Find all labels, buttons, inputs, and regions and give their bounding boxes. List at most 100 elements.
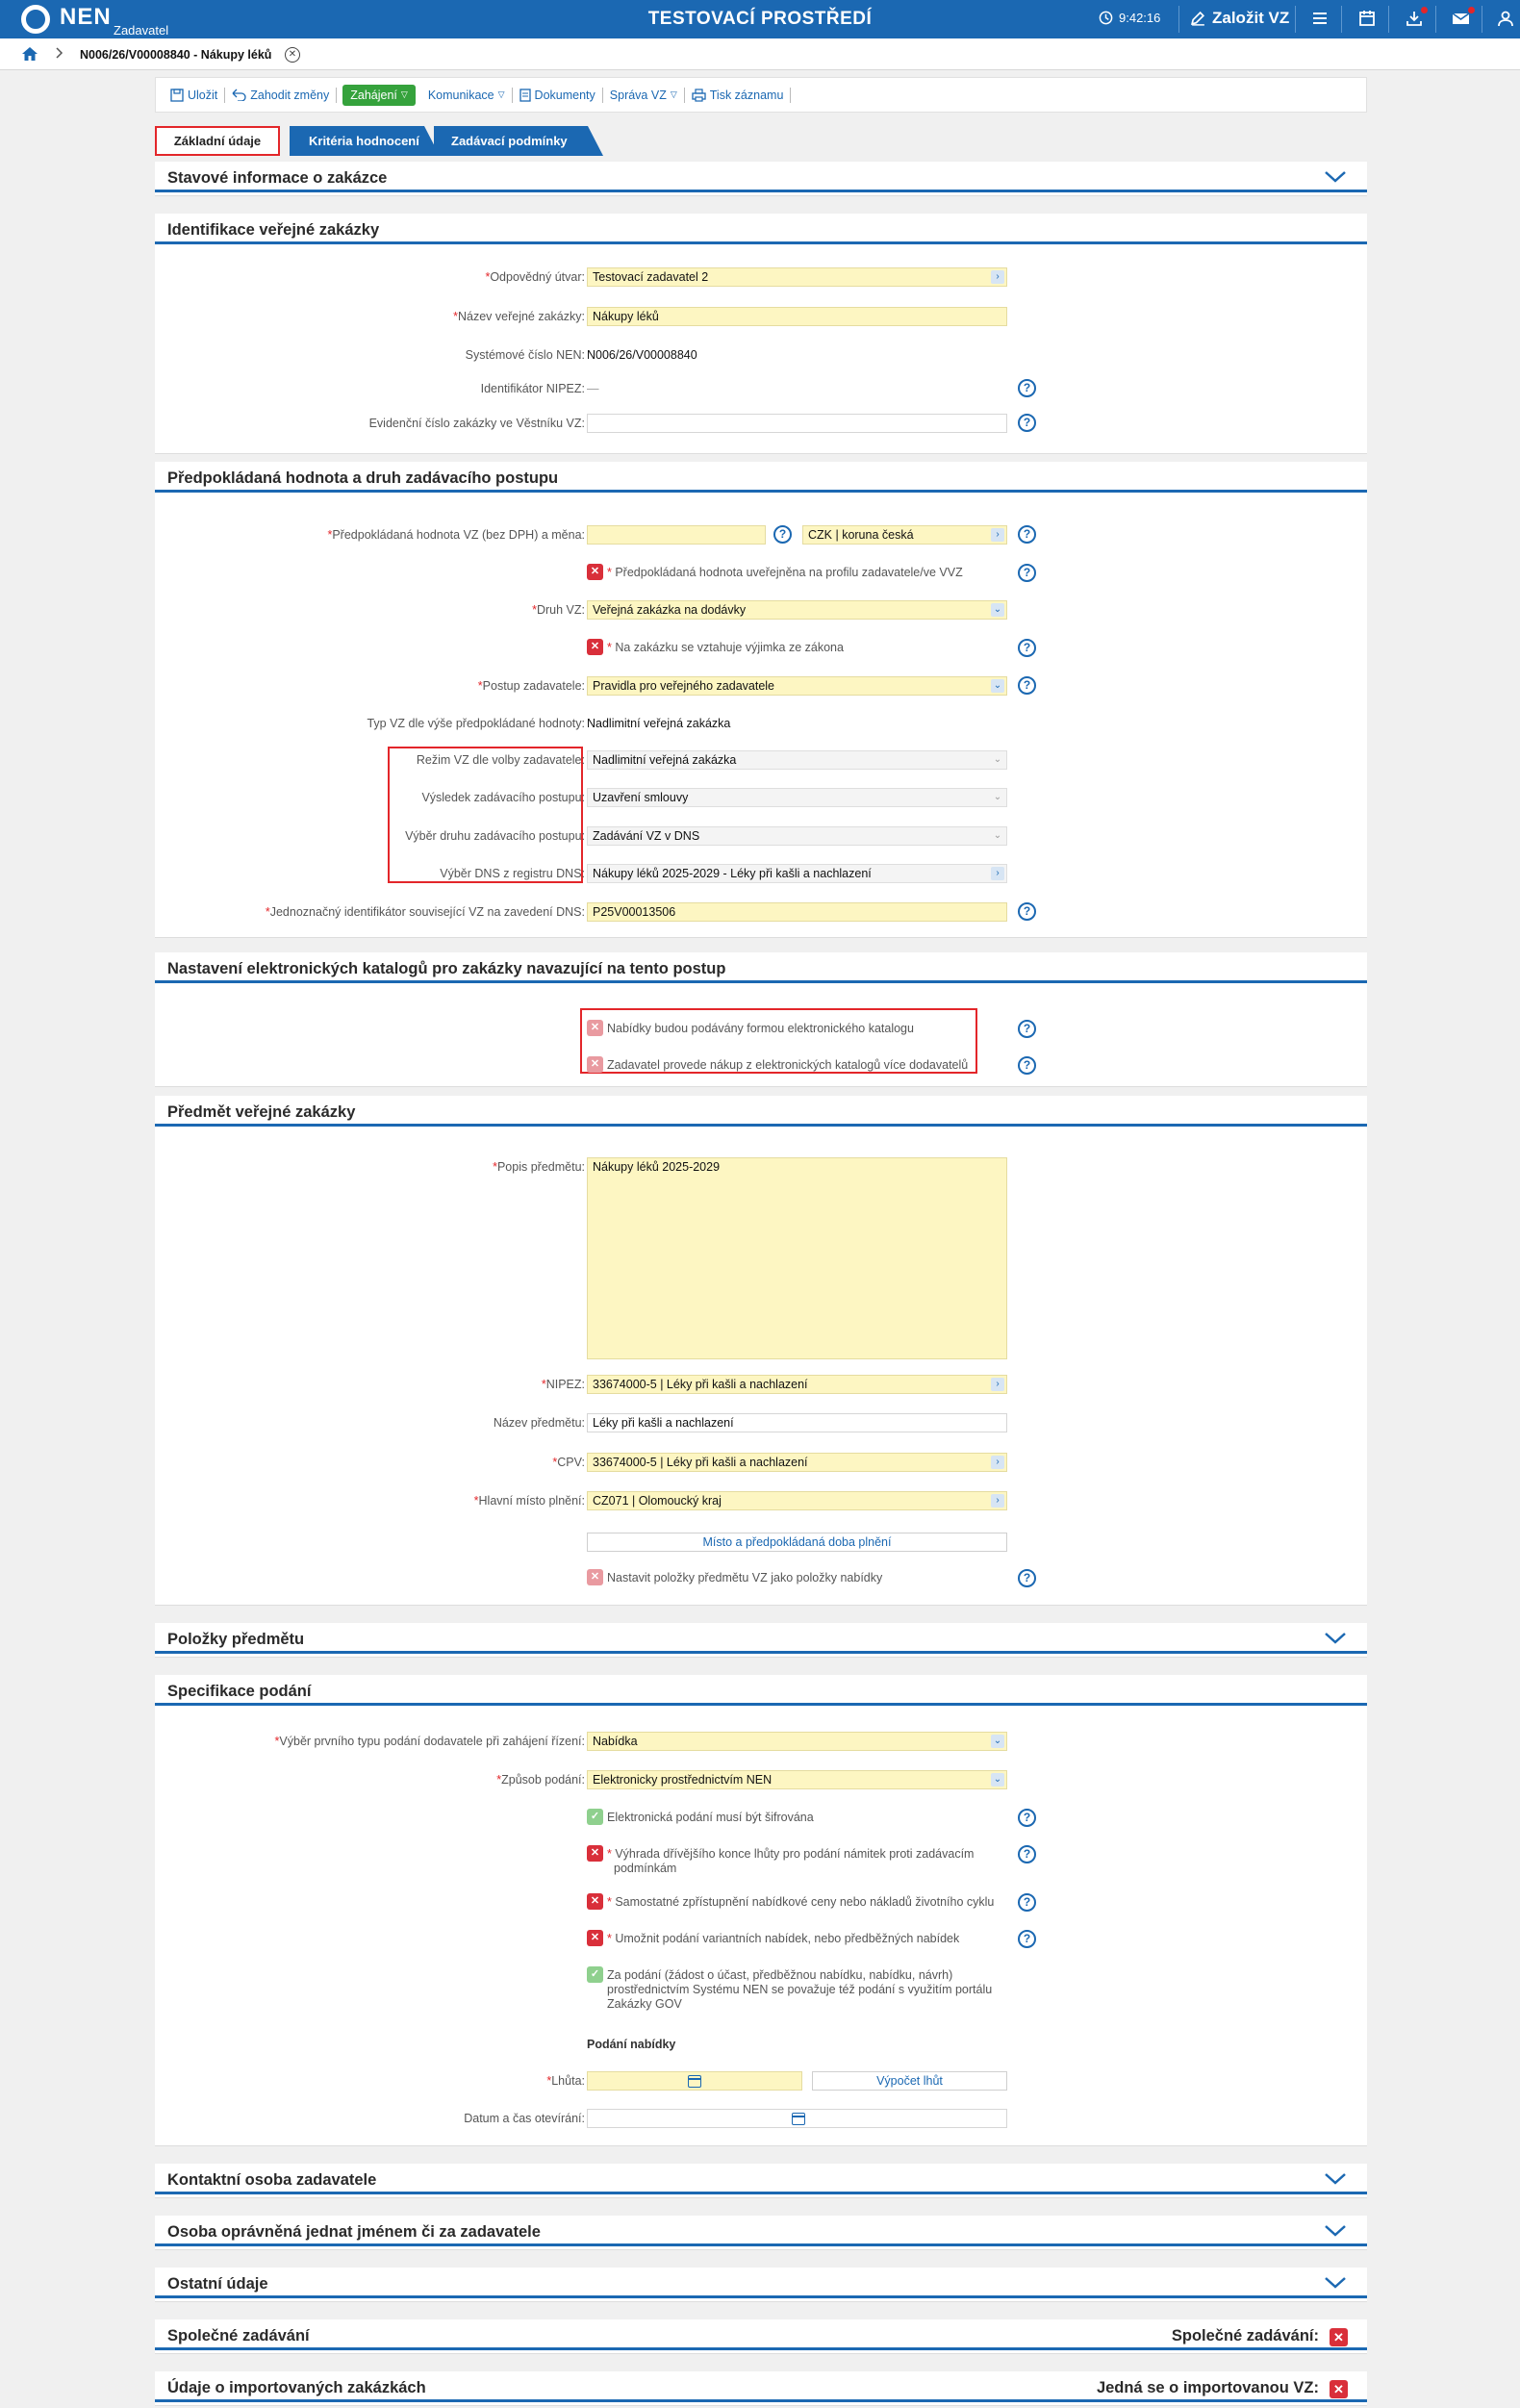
row-procedure-kind: Výběr druhu zadávacího postupu: Zadávání… (155, 825, 1367, 847)
help-icon[interactable]: ? (1018, 1930, 1036, 1948)
help-icon[interactable]: ? (1018, 1845, 1036, 1863)
chevron-down-icon[interactable] (1325, 2225, 1346, 2240)
chevron-down-icon: ⌄ (993, 830, 1002, 841)
result-select[interactable]: Uzavření smlouvy ⌄ (587, 788, 1007, 807)
variant-offers-checkbox[interactable]: ✕ (587, 1930, 603, 1946)
help-icon[interactable]: ? (1018, 1569, 1036, 1587)
exemption-checkbox[interactable]: ✕ (587, 639, 603, 655)
nipez-select[interactable]: 33674000-5 | Léky při kašli a nachlazení… (587, 1375, 1007, 1394)
help-icon[interactable]: ? (1018, 902, 1036, 921)
chevron-down-icon[interactable] (1325, 1633, 1346, 1647)
save-button[interactable]: Uložit (164, 87, 226, 103)
create-vz-button[interactable]: Založit VZ (1190, 9, 1289, 28)
separate-price-checkbox[interactable]: ✕ (587, 1893, 603, 1910)
evidence-number-input[interactable] (587, 414, 1007, 433)
breadcrumb-current[interactable]: N006/26/V00008840 - Nákupy léků (80, 48, 271, 62)
section-header[interactable]: Kontaktní osoba zadavatele (155, 2164, 1367, 2194)
mode-select[interactable]: Nadlimitní veřejná zakázka ⌄ (587, 750, 1007, 770)
start-dropdown-button[interactable]: Zahájení ▽ (342, 84, 416, 106)
row-result: Výsledek zadávacího postupu: Uzavření sm… (155, 787, 1367, 808)
section-header[interactable]: Stavové informace o zakázce (155, 162, 1367, 192)
opening-date-input[interactable] (587, 2109, 1007, 2128)
procedure-select[interactable]: Pravidla pro veřejného zadavatele ⌄ (587, 676, 1007, 696)
help-icon[interactable]: ? (1018, 379, 1036, 397)
tab-evaluation-criteria[interactable]: Kritéria hodnocení (290, 126, 440, 156)
items-as-offer-checkbox[interactable]: ✕ (587, 1569, 603, 1585)
submission-method-select[interactable]: Elektronicky prostřednictvím NEN ⌄ (587, 1770, 1007, 1789)
communication-dropdown[interactable]: Komunikace ▽ (421, 87, 513, 103)
help-icon[interactable]: ? (1018, 676, 1036, 695)
help-icon[interactable]: ? (773, 525, 792, 544)
help-icon[interactable]: ? (1018, 1893, 1036, 1912)
row-variant-offers: ✕ * Umožnit podání variantních nabídek, … (155, 1929, 1367, 1950)
manage-vz-dropdown[interactable]: Správa VZ ▽ (603, 87, 685, 103)
nen-logo-icon[interactable] (21, 5, 50, 34)
encryption-checkbox[interactable]: ✓ (587, 1809, 603, 1825)
row-system-number: Systémové číslo NEN: N006/26/V00008840 (465, 348, 697, 362)
gov-portal-checkbox[interactable]: ✓ (587, 1966, 603, 1983)
calculate-deadlines-button[interactable]: Výpočet lhůt (812, 2071, 1007, 2091)
place-duration-button[interactable]: Místo a předpokládaná doba plnění (587, 1533, 1007, 1552)
vz-type-select[interactable]: Veřejná zakázka na dodávky ⌄ (587, 600, 1007, 620)
user-icon[interactable] (1497, 10, 1514, 27)
row-subject-name: Název předmětu: Léky při kašli a nachlaz… (155, 1412, 1367, 1433)
help-icon[interactable]: ? (1018, 1809, 1036, 1827)
chevron-down-icon[interactable] (1325, 171, 1346, 186)
caret-down-icon: ▽ (400, 89, 408, 99)
section-catalogs: Nastavení elektronických katalogů pro za… (155, 952, 1367, 1087)
calendar-icon[interactable] (1358, 10, 1376, 27)
subject-name-input[interactable]: Léky při kašli a nachlazení (587, 1413, 1007, 1432)
dns-select[interactable]: Nákupy léků 2025-2029 - Léky při kašli a… (587, 864, 1007, 883)
print-button[interactable]: Tisk záznamu (685, 87, 792, 103)
estimated-value-input[interactable] (587, 525, 766, 545)
section-title: Předmět veřejné zakázky (167, 1103, 356, 1121)
section-title: Nastavení elektronických katalogů pro za… (167, 960, 726, 977)
help-icon[interactable]: ? (1018, 414, 1036, 432)
discard-button[interactable]: Zahodit změny (225, 87, 338, 103)
menu-icon[interactable] (1311, 10, 1329, 27)
download-icon[interactable] (1406, 7, 1428, 27)
section-header[interactable]: Údaje o importovaných zakázkách Jedná se… (155, 2371, 1367, 2402)
uid-input[interactable]: P25V00013506 (587, 902, 1007, 922)
documents-button[interactable]: Dokumenty (513, 87, 603, 103)
imported-label: Jedná se o importovanou VZ: (1096, 2379, 1319, 2396)
mail-icon[interactable] (1452, 7, 1475, 27)
logo-text[interactable]: NEN (60, 4, 112, 31)
offer-subheading: Podání nabídky (587, 2038, 676, 2051)
chevron-down-icon[interactable] (1325, 2173, 1346, 2188)
save-icon (170, 88, 184, 102)
catalog-offers-checkbox[interactable]: ✕ (587, 1020, 603, 1036)
section-header[interactable]: Osoba oprávněná jednat jménem či za zada… (155, 2216, 1367, 2246)
procedure-kind-select[interactable]: Zadávání VZ v DNS ⌄ (587, 826, 1007, 846)
objection-reserve-checkbox[interactable]: ✕ (587, 1845, 603, 1862)
section-header[interactable]: Společné zadávání Společné zadávání: ✕ (155, 2319, 1367, 2350)
help-icon[interactable]: ? (1018, 564, 1036, 582)
chevron-down-icon[interactable] (1325, 2277, 1346, 2292)
home-icon[interactable] (21, 46, 38, 64)
section-subject: Předmět veřejné zakázky *Popis předmětu:… (155, 1096, 1367, 1606)
close-icon[interactable]: ✕ (285, 47, 300, 63)
description-textarea[interactable]: Nákupy léků 2025-2029 (587, 1157, 1007, 1359)
cpv-select[interactable]: 33674000-5 | Léky při kašli a nachlazení… (587, 1453, 1007, 1472)
tab-basic-info[interactable]: Základní údaje (155, 126, 280, 156)
section-items: Položky předmětu (155, 1623, 1367, 1658)
section-header[interactable]: Položky předmětu (155, 1623, 1367, 1654)
help-icon[interactable]: ? (1018, 525, 1036, 544)
responsible-unit-select[interactable]: Testovací zadavatel 2 › (587, 267, 1007, 287)
first-submission-select[interactable]: Nabídka ⌄ (587, 1732, 1007, 1751)
help-icon[interactable]: ? (1018, 1020, 1036, 1038)
joint-checkbox[interactable]: ✕ (1330, 2328, 1348, 2346)
place-select[interactable]: CZ071 | Olomoucký kraj › (587, 1491, 1007, 1510)
chevron-right-icon: › (991, 1456, 1004, 1469)
help-icon[interactable]: ? (1018, 639, 1036, 657)
currency-select[interactable]: CZK | koruna česká › (802, 525, 1007, 545)
imported-checkbox[interactable]: ✕ (1330, 2380, 1348, 2398)
deadline-input[interactable] (587, 2071, 802, 2091)
section-title: Ostatní údaje (167, 2275, 268, 2293)
value-published-checkbox[interactable]: ✕ (587, 564, 603, 580)
catalog-purchase-checkbox[interactable]: ✕ (587, 1056, 603, 1073)
help-icon[interactable]: ? (1018, 1056, 1036, 1075)
vz-name-input[interactable]: Nákupy léků (587, 307, 1007, 326)
section-header[interactable]: Ostatní údaje (155, 2268, 1367, 2298)
tab-tender-conditions[interactable]: Zadávací podmínky (434, 126, 603, 156)
